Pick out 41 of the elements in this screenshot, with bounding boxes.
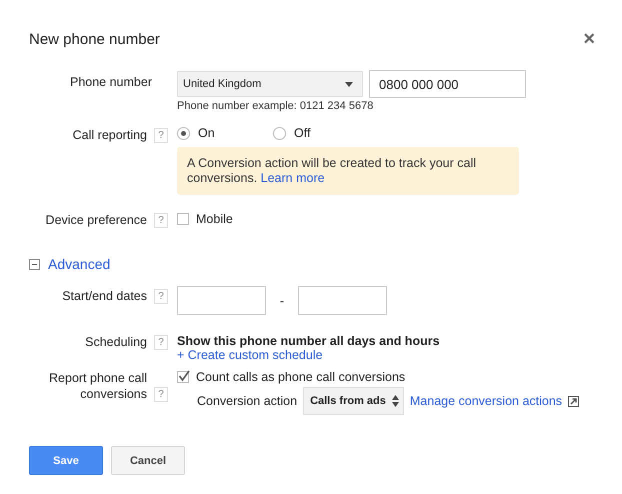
checkbox-label: Count calls as phone call conversions <box>196 370 406 384</box>
help-icon[interactable]: ? <box>154 335 168 350</box>
learn-more-link[interactable]: Learn more <box>260 171 325 185</box>
manage-conversions-link[interactable]: Manage conversion actions <box>410 394 562 408</box>
caret-icon <box>345 82 353 86</box>
date-separator: - <box>278 294 286 308</box>
end-date-input[interactable] <box>298 286 387 316</box>
collapse-icon[interactable] <box>29 258 40 270</box>
external-link-icon <box>568 396 580 407</box>
help-icon[interactable]: ? <box>154 128 168 144</box>
phone-input[interactable]: 0800 000 000 <box>369 70 526 98</box>
checkbox[interactable] <box>177 213 189 225</box>
conversion-action-label: Conversion action <box>197 394 298 408</box>
help-icon[interactable]: ? <box>154 387 168 402</box>
dialog-title: New phone number <box>29 30 160 48</box>
schedule-text: Show this phone number all days and hours <box>177 334 440 348</box>
radio-button[interactable] <box>273 126 286 140</box>
cancel-button[interactable]: Cancel <box>111 446 185 476</box>
radio-button[interactable] <box>177 126 190 140</box>
save-button[interactable]: Save <box>29 446 103 476</box>
radio-label: Off <box>294 126 310 140</box>
checkbox-label: Mobile <box>196 212 233 226</box>
field-label: Report phone call conversions <box>48 370 147 402</box>
country-dropdown[interactable]: United Kingdom <box>177 71 363 97</box>
checkbox[interactable] <box>177 371 189 384</box>
start-date-input[interactable] <box>177 286 266 316</box>
field-label: Scheduling <box>85 335 147 350</box>
close-button[interactable]: × <box>583 29 595 49</box>
hint-text: Phone number example: 0121 234 5678 <box>177 100 374 112</box>
help-icon[interactable]: ? <box>154 213 168 228</box>
field-label: Device preference <box>46 213 147 227</box>
conversion-action-select[interactable]: Calls from ads <box>303 387 404 416</box>
field-label: Call reporting <box>72 128 147 142</box>
info-notice: A Conversion action will be created to track your call conversions. Learn more <box>177 147 519 195</box>
custom-schedule-link[interactable]: + Create custom schedule <box>177 348 440 362</box>
sort-arrows-icon <box>392 395 399 408</box>
help-icon[interactable]: ? <box>154 289 168 304</box>
advanced-link[interactable]: Advanced <box>48 256 110 272</box>
radio-label: On <box>198 126 215 140</box>
field-label: Start/end dates <box>62 289 147 304</box>
field-label: Phone number <box>70 75 152 89</box>
